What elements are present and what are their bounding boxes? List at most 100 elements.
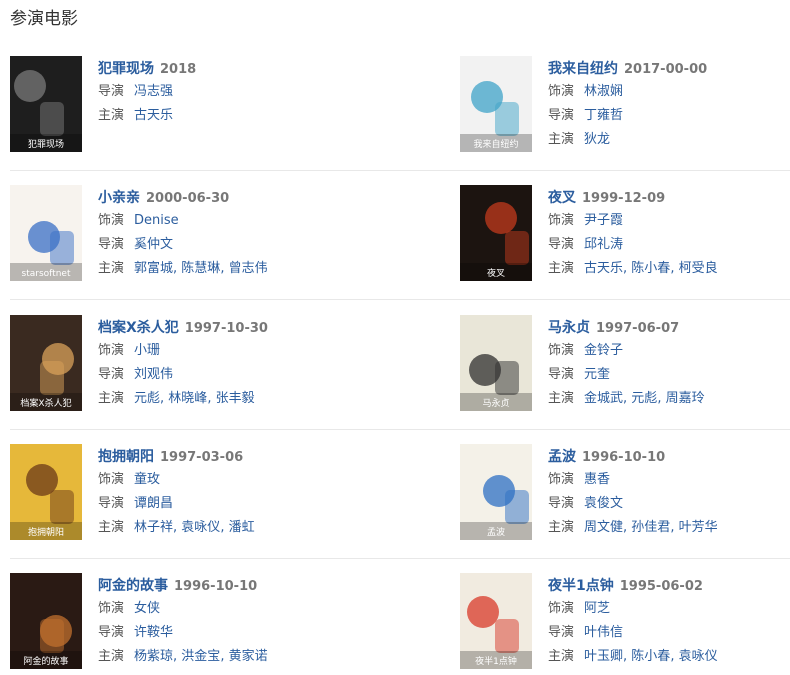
credit-person-link[interactable]: 袁俊文: [584, 496, 623, 511]
credit-label: 饰演: [98, 472, 125, 487]
movie-info: 小亲亲 2000-06-30 饰演 Denise 导演 奚仲文 主演 郭富城, 陈慧琳, 曾志…: [98, 185, 438, 281]
credit-person-link[interactable]: 冯志强: [134, 84, 173, 99]
credit-person-link[interactable]: 刘观伟: [134, 367, 173, 382]
credit-person-link[interactable]: 郭富城: [134, 261, 173, 276]
credit-person-link[interactable]: Denise: [134, 213, 179, 228]
credit-separator: ,: [220, 261, 229, 276]
credit-person-link[interactable]: 元彪: [134, 391, 160, 406]
credit-line: 主演 古天乐: [98, 104, 438, 128]
credit-person-link[interactable]: 陈慧琳: [181, 261, 220, 276]
credit-person-link[interactable]: 惠香: [584, 472, 610, 487]
credit-person-link[interactable]: 叶玉卿: [584, 649, 623, 664]
credit-line: 饰演 Denise: [98, 209, 438, 233]
credit-person-link[interactable]: 阿芝: [584, 601, 610, 616]
credit-person-link[interactable]: 周文健: [584, 520, 623, 535]
movie-poster[interactable]: 抱拥朝阳: [10, 444, 82, 540]
movie-info: 马永贞 1997-06-07 饰演 金铃子 导演 元奎 主演 金城武, 元彪, 周嘉玲: [548, 315, 790, 411]
credit-person-link[interactable]: 林淑娴: [584, 84, 623, 99]
credit-separator: ,: [670, 649, 679, 664]
credit-label: 饰演: [548, 213, 575, 228]
credit-person-link[interactable]: 女侠: [134, 601, 160, 616]
svg-text:马永贞: 马永贞: [482, 397, 509, 409]
credit-label: 饰演: [548, 472, 575, 487]
movie-poster[interactable]: 孟波: [460, 444, 532, 540]
credit-person-link[interactable]: 谭朗昌: [134, 496, 173, 511]
credit-person-link[interactable]: 童玫: [134, 472, 160, 487]
movie-title-link[interactable]: 马永贞: [548, 320, 590, 336]
movie-title-link[interactable]: 我来自纽约: [548, 61, 618, 77]
movie-title-line: 孟波 1996-10-10: [548, 444, 790, 468]
credit-person-link[interactable]: 尹子霞: [584, 213, 623, 228]
credit-person-link[interactable]: 周嘉玲: [666, 391, 705, 406]
movie-title-link[interactable]: 犯罪现场: [98, 61, 154, 77]
movie-title-link[interactable]: 小亲亲: [98, 190, 140, 206]
svg-text:夜叉: 夜叉: [487, 267, 505, 279]
credit-line: 导演 许鞍华: [98, 621, 438, 645]
movie-row: 阿金的故事 阿金的故事 1996-10-10 饰演 女侠 导演 许鞍华 主演 杨紫琼, 洪金宝,…: [10, 573, 790, 673]
movie-title-link[interactable]: 夜半1点钟: [548, 578, 614, 594]
movie-info: 抱拥朝阳 1997-03-06 饰演 童玫 导演 谭朗昌 主演 林子祥, 袁咏仪, 潘虹: [98, 444, 438, 540]
credit-person-link[interactable]: 柯受良: [679, 261, 718, 276]
credit-person-link[interactable]: 许鞍华: [134, 625, 173, 640]
credit-line: 导演 奚仲文: [98, 233, 438, 257]
credit-person-link[interactable]: 丁雍哲: [584, 108, 623, 123]
movie-title-line: 马永贞 1997-06-07: [548, 315, 790, 339]
movie-poster[interactable]: 档案X杀人犯: [10, 315, 82, 411]
svg-text:抱拥朝阳: 抱拥朝阳: [28, 526, 64, 538]
credit-person-link[interactable]: 叶芳华: [679, 520, 718, 535]
movie-title-line: 档案X杀人犯 1997-10-30: [98, 315, 438, 339]
movie-poster[interactable]: starsoftnet: [10, 185, 82, 281]
credit-person-link[interactable]: 黄家诺: [229, 649, 268, 664]
credit-line: 主演 杨紫琼, 洪金宝, 黄家诺: [98, 645, 438, 669]
credit-person-link[interactable]: 小珊: [134, 343, 160, 358]
movie-title-link[interactable]: 孟波: [548, 449, 576, 465]
movie-info: 孟波 1996-10-10 饰演 惠香 导演 袁俊文 主演 周文健, 孙佳君, 叶芳华: [548, 444, 790, 540]
credit-label: 导演: [98, 237, 125, 252]
row-divider: [10, 299, 790, 300]
row-divider: [10, 429, 790, 430]
credit-label: 导演: [548, 108, 575, 123]
svg-text:犯罪现场: 犯罪现场: [28, 139, 64, 150]
credit-line: 饰演 阿芝: [548, 597, 790, 621]
credit-label: 主演: [548, 261, 575, 276]
credit-person-link[interactable]: 洪金宝: [181, 649, 220, 664]
credit-person-link[interactable]: 金铃子: [584, 343, 623, 358]
credit-person-link[interactable]: 古天乐: [584, 261, 623, 276]
credit-person-link[interactable]: 林子祥: [134, 520, 173, 535]
credit-line: 主演 叶玉卿, 陈小春, 袁咏仪: [548, 645, 790, 669]
movie-poster[interactable]: 夜叉: [460, 185, 532, 281]
credit-line: 主演 郭富城, 陈慧琳, 曾志伟: [98, 257, 438, 281]
credit-label: 导演: [98, 367, 125, 382]
credit-person-link[interactable]: 林晓峰: [168, 391, 207, 406]
credit-person-link[interactable]: 陈小春: [631, 261, 670, 276]
credit-person-link[interactable]: 曾志伟: [229, 261, 268, 276]
credit-person-link[interactable]: 张丰毅: [216, 391, 255, 406]
movie-poster[interactable]: 犯罪现场: [10, 56, 82, 152]
movie-poster[interactable]: 马永贞: [460, 315, 532, 411]
poster-image: 抱拥朝阳: [10, 444, 82, 540]
movie-title-link[interactable]: 阿金的故事: [98, 578, 168, 594]
credit-line: 主演 狄龙: [548, 128, 790, 152]
credit-separator: ,: [670, 261, 679, 276]
credit-person-link[interactable]: 元彪: [631, 391, 657, 406]
credit-person-link[interactable]: 元奎: [584, 367, 610, 382]
credit-person-link[interactable]: 袁咏仪: [181, 520, 220, 535]
credit-person-link[interactable]: 奚仲文: [134, 237, 173, 252]
credit-person-link[interactable]: 叶伟信: [584, 625, 623, 640]
credit-person-link[interactable]: 孙佳君: [631, 520, 670, 535]
movie-poster[interactable]: 我来自纽约: [460, 56, 532, 152]
credit-person-link[interactable]: 杨紫琼: [134, 649, 173, 664]
movie-title-link[interactable]: 抱拥朝阳: [98, 449, 154, 465]
movie-title-link[interactable]: 档案X杀人犯: [98, 320, 179, 336]
credit-person-link[interactable]: 狄龙: [584, 132, 610, 147]
credit-person-link[interactable]: 袁咏仪: [679, 649, 718, 664]
credit-person-link[interactable]: 陈小春: [631, 649, 670, 664]
movie-poster[interactable]: 阿金的故事: [10, 573, 82, 669]
svg-text:档案X杀人犯: 档案X杀人犯: [20, 397, 71, 409]
credit-person-link[interactable]: 古天乐: [134, 108, 173, 123]
credit-person-link[interactable]: 邱礼涛: [584, 237, 623, 252]
credit-person-link[interactable]: 金城武: [584, 391, 623, 406]
movie-poster[interactable]: 夜半1点钟: [460, 573, 532, 669]
movie-title-link[interactable]: 夜叉: [548, 190, 576, 206]
credit-person-link[interactable]: 潘虹: [229, 520, 255, 535]
